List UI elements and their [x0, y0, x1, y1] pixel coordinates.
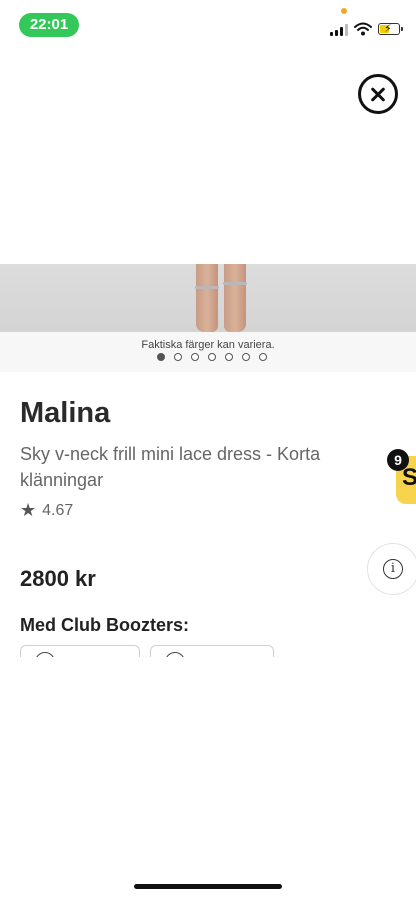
- carousel-dot[interactable]: [174, 353, 182, 361]
- home-indicator[interactable]: [134, 884, 282, 889]
- info-button[interactable]: i: [367, 543, 416, 595]
- info-icon: i: [383, 559, 403, 579]
- carousel-dot[interactable]: [191, 353, 199, 361]
- model-leg: [196, 264, 218, 332]
- product-name: Sky v-neck frill mini lace dress - Korta…: [20, 444, 321, 490]
- notification-badge: 9: [387, 449, 409, 471]
- product-price: 2800 kr: [20, 566, 96, 591]
- privacy-indicator-dot: [341, 8, 347, 14]
- carousel-dot[interactable]: [259, 353, 267, 361]
- model-leg: [224, 264, 246, 332]
- close-button[interactable]: [358, 74, 398, 114]
- image-caption: Faktiska färger kan variera.: [141, 339, 275, 351]
- carousel-dot[interactable]: [208, 353, 216, 361]
- star-icon: ★: [20, 500, 37, 520]
- product-image[interactable]: [0, 264, 416, 332]
- club-label: Med Club Boozters:: [20, 615, 189, 635]
- product-brand[interactable]: Malina: [20, 397, 110, 430]
- status-bar: 22:01 ⚡: [0, 0, 416, 44]
- status-time: 22:01: [19, 13, 79, 37]
- blank-area: [0, 657, 416, 867]
- carousel-dot[interactable]: [157, 353, 165, 361]
- image-caption-band: [0, 332, 416, 372]
- club-option-card[interactable]: [150, 645, 274, 657]
- carousel-dot[interactable]: [225, 353, 233, 361]
- shoe-strap: [223, 282, 247, 285]
- signal-icon: [330, 24, 348, 36]
- shoe-strap: [195, 286, 219, 289]
- club-option-card[interactable]: [20, 645, 140, 657]
- rating-value: 4.67: [42, 501, 74, 519]
- wifi-icon: [354, 22, 372, 36]
- carousel-dot[interactable]: [242, 353, 250, 361]
- battery-charging-icon: ⚡: [378, 23, 403, 35]
- carousel-dots[interactable]: [157, 353, 267, 365]
- product-rating[interactable]: ★ 4.67: [20, 500, 73, 521]
